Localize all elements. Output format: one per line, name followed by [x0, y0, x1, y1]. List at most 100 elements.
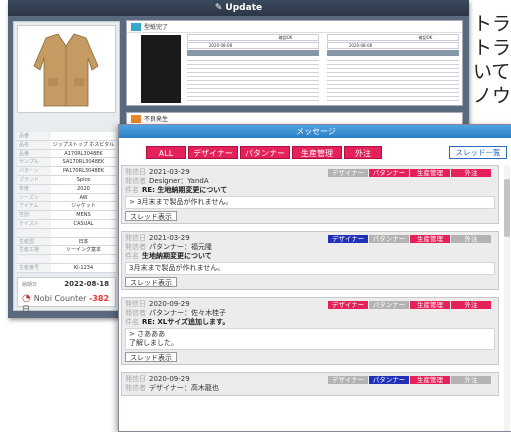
card-title: 型紙完了	[144, 24, 169, 31]
spec-row: 品番 A170RL3048EK	[17, 149, 116, 159]
message-window-title: メッセージ	[119, 125, 511, 138]
message-body: 3月末まで製品が作れません。	[125, 262, 495, 275]
role-tags: デザイナー パタンナー 生産管理 外注	[327, 169, 491, 177]
window-titlebar: ✎ Update	[8, 0, 469, 16]
spec-row: テイスト CASUAL	[17, 219, 116, 229]
spec-row	[17, 255, 116, 264]
message-subject: RE: XLサイズ追加します。	[142, 318, 230, 326]
role-tag: パタンナー	[369, 301, 409, 309]
filter-all-button[interactable]: ALL	[146, 146, 186, 159]
role-tag: パタンナー	[369, 235, 409, 243]
spec-key: ブランド	[17, 175, 51, 184]
role-tag: 外注	[451, 376, 491, 384]
spec-row: 生産国 日本	[17, 237, 116, 247]
scrollbar[interactable]	[504, 165, 510, 431]
spec-table: 品番品名ジップストップ ホスピタルシ品番A170RL3048EKサンプルSA17…	[17, 132, 116, 273]
subject-field-label: 件名	[125, 318, 139, 326]
subject-field-label: 件名	[125, 252, 139, 260]
spec-key: 性別	[17, 211, 51, 219]
message-item[interactable]: 発信日 2021-03-29 デザイナー パタンナー 生産管理 外注 発信者 Designer…	[121, 165, 499, 224]
spec-row: 品名ジップストップ ホスピタルシ	[17, 140, 116, 156]
role-tag: デザイナー	[328, 376, 368, 384]
spec-row: 生産番号 KI-1234	[17, 263, 116, 273]
spec-key: 生産国	[17, 237, 51, 246]
sender-field-label: 発信者	[125, 384, 146, 392]
date-field-label: 発信日	[125, 168, 146, 176]
role-tag: 外注	[451, 301, 491, 309]
spec-key: サンプル	[17, 158, 51, 167]
message-window: メッセージ ALL デザイナー パタンナー 生産管理 外注 スレッド一覧 発信日…	[118, 124, 511, 432]
scrollbar-thumb[interactable]	[504, 179, 510, 237]
message-sender: パタンナー：佐々木桂子	[149, 309, 226, 317]
role-tag: 生産管理	[410, 169, 450, 177]
spec-key: テイスト	[17, 219, 51, 228]
date-field-label: 発信日	[125, 375, 146, 383]
spec-value	[51, 132, 116, 140]
spec-row	[17, 228, 116, 238]
status-card-pattern[interactable]: 型紙完了 確認OK 2020-08-08 確認OK 2020-08-08	[126, 20, 463, 106]
message-date: 2020-09-29	[149, 300, 190, 308]
spec-row: シーズン AW	[17, 193, 116, 203]
sender-field-label: 発信者	[125, 309, 146, 317]
spec-value: A170RL3048EK	[51, 149, 116, 158]
filter-patterner-button[interactable]: パタンナー	[240, 146, 290, 159]
role-tag: 生産管理	[410, 235, 450, 243]
pencil-icon: ✎	[214, 3, 223, 13]
spec-key: パターン	[17, 167, 51, 175]
spec-row: 品番	[17, 132, 116, 141]
role-tag: パタンナー	[369, 376, 409, 384]
message-item[interactable]: 発信日 2020-09-29 デザイナー パタンナー 生産管理 外注 発信者 デザイナー：高木…	[121, 372, 499, 396]
message-subject: RE: 生地納期変更について	[142, 186, 228, 194]
counter-value: -382	[88, 294, 110, 303]
spec-value: AW	[51, 193, 116, 202]
jacket-image	[33, 33, 99, 107]
thread-list-button[interactable]: スレッド一覧	[449, 146, 507, 159]
message-item[interactable]: 発信日 2021-03-29 デザイナー パタンナー 生産管理 外注 発信者 パタンナー：福元…	[121, 231, 499, 290]
spec-key	[17, 255, 51, 263]
spec-row: 性別 MENS	[17, 211, 116, 220]
message-body: > 3月末まで製品が作れません。	[125, 196, 495, 209]
spec-row: 年度 2020	[17, 184, 116, 194]
spec-key	[17, 228, 51, 237]
show-thread-button[interactable]: スレッド表示	[125, 211, 177, 221]
role-tag: 生産管理	[410, 301, 450, 309]
product-photo	[17, 25, 116, 113]
spec-value: PA170RL3048EK	[51, 167, 116, 175]
show-thread-button[interactable]: スレッド表示	[125, 277, 177, 287]
spec-value: Spice	[51, 175, 116, 184]
message-date: 2021-03-29	[149, 234, 190, 242]
show-thread-button[interactable]: スレッド表示	[125, 352, 177, 362]
filter-production-button[interactable]: 生産管理	[292, 146, 342, 159]
status-color-icon	[131, 114, 141, 123]
message-sender: Designer：YandA	[149, 177, 209, 185]
message-item[interactable]: 発信日 2020-09-29 デザイナー パタンナー 生産管理 外注 発信者 パタンナー：佐々…	[121, 297, 499, 365]
sender-field-label: 発信者	[125, 177, 146, 185]
product-detail-panel: 品番品名ジップストップ ホスピタルシ品番A170RL3048EKサンプルSA17…	[13, 21, 120, 314]
spec-row: 生産工場 ソーイング富本	[17, 246, 116, 256]
nobi-counter: ◔ Nobi Counter -382 日	[22, 293, 110, 314]
spec-value: 2020	[51, 184, 116, 193]
role-tag: 生産管理	[410, 376, 450, 384]
spec-key: 生産番号	[17, 263, 51, 272]
role-tag: デザイナー	[328, 235, 368, 243]
spec-row: アイテム ジャケット	[17, 202, 116, 212]
role-tag: パタンナー	[369, 169, 409, 177]
subject-field-label: 件名	[125, 186, 139, 194]
spec-value: ジップストップ ホスピタルシ	[51, 140, 116, 156]
message-subject: 生地納期変更について	[142, 252, 212, 260]
filter-designer-button[interactable]: デザイナー	[188, 146, 238, 159]
message-list: 発信日 2021-03-29 デザイナー パタンナー 生産管理 外注 発信者 Designer…	[121, 165, 499, 431]
spec-key: アイテム	[17, 202, 51, 211]
window-title: Update	[225, 3, 263, 13]
date-label: 納期日	[22, 282, 38, 288]
role-tag: 外注	[451, 169, 491, 177]
spec-key: 年度	[17, 184, 51, 193]
role-tag: 外注	[451, 235, 491, 243]
filter-outsource-button[interactable]: 外注	[344, 146, 382, 159]
card-comment	[187, 57, 319, 103]
spec-value: CASUAL	[51, 219, 116, 228]
role-tag: デザイナー	[328, 169, 368, 177]
spec-row: パターン PA170RL3048EK	[17, 167, 116, 176]
message-sender: パタンナー：福元隆	[149, 243, 212, 251]
spec-value: ソーイング富本	[51, 246, 116, 255]
